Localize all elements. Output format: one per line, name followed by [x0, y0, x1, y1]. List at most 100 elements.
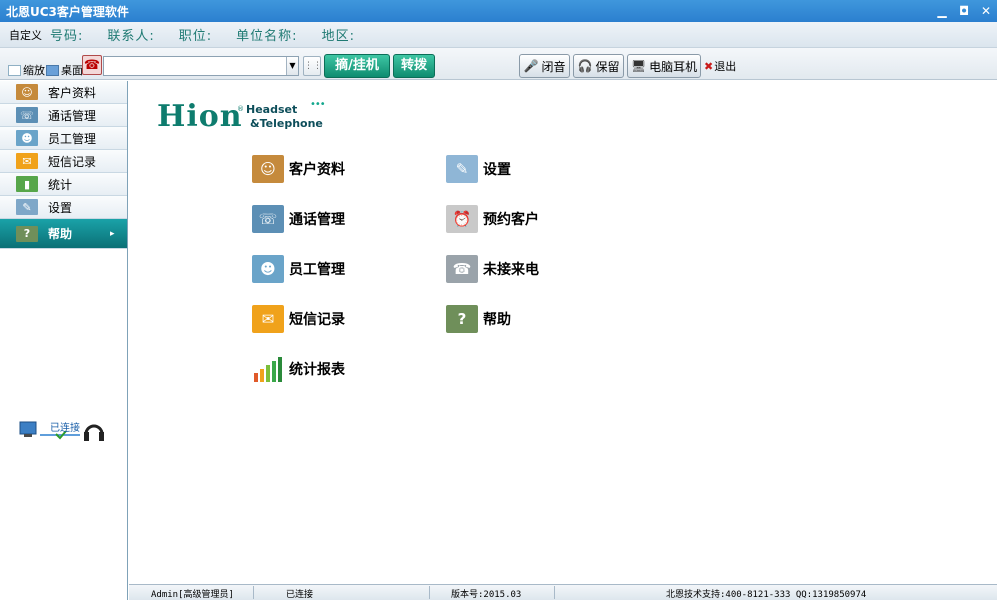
feature-calls[interactable]: ☏ 通话管理	[252, 205, 345, 233]
sidebar-item-stats[interactable]: ▮ 统计	[0, 173, 127, 196]
feature-label: 客户资料	[289, 162, 345, 178]
contact-field-label: 联系人:	[107, 29, 155, 44]
exit-button[interactable]: ✖ 退出	[704, 58, 736, 74]
sidebar-item-customers[interactable]: ☺ 客户资料	[0, 81, 127, 104]
call-icon: ☏	[16, 107, 38, 123]
feature-customers[interactable]: ☺ 客户资料	[252, 155, 345, 183]
customer-icon: ☺	[252, 155, 284, 183]
close-icon: ✖	[704, 59, 714, 73]
sms-icon: ✉	[252, 305, 284, 333]
caller-info-bar: 自定义 号码: 联系人: 职位: 单位名称: 地区:	[0, 22, 997, 48]
feature-label: 设置	[483, 162, 511, 178]
maximize-button[interactable]: ◘	[953, 2, 975, 20]
status-support: 北恩技术支持:400-8121-333 QQ:1319850974	[666, 590, 867, 600]
microphone-icon: 🎤	[523, 59, 539, 73]
feature-label: 统计报表	[289, 362, 345, 378]
sidebar-item-label: 客户资料	[48, 85, 97, 100]
sidebar-item-label: 通话管理	[48, 108, 97, 123]
missed-call-icon: ☎	[446, 255, 478, 283]
mute-button[interactable]: 🎤 闭音	[519, 54, 570, 78]
number-field-label: 号码:	[50, 29, 84, 44]
call-icon: ☏	[252, 205, 284, 233]
mute-label: 闭音	[541, 59, 566, 74]
connection-status: 已连接	[50, 423, 80, 434]
feature-label: 通话管理	[289, 212, 345, 228]
help-icon: ?	[446, 305, 478, 333]
sidebar-item-help[interactable]: ? 帮助 ▸	[0, 219, 127, 249]
phone-icon: ☎	[82, 55, 102, 75]
dialpad-icon[interactable]: ⋮⋮	[303, 56, 322, 76]
sidebar-item-calls[interactable]: ☏ 通话管理	[0, 104, 127, 127]
computer-icon	[19, 421, 37, 435]
custom-link[interactable]: 自定义	[0, 27, 50, 43]
logo-line2: &Telephone	[250, 117, 323, 130]
feature-label: 帮助	[483, 312, 511, 328]
registered-mark: ®	[237, 105, 244, 113]
hion-logo: Hion ® Headset &Telephone •••	[157, 99, 327, 135]
feature-appointments[interactable]: ⏰ 预约客户	[446, 205, 539, 233]
feature-settings[interactable]: ✎ 设置	[446, 155, 511, 183]
number-input[interactable]	[103, 56, 299, 76]
status-user: Admin[高级管理员]	[151, 590, 234, 600]
chevron-right-icon: ▸	[110, 228, 115, 239]
hold-label: 保留	[595, 59, 620, 74]
feature-sms[interactable]: ✉ 短信记录	[252, 305, 345, 333]
phone-toolbar: 缩放 桌面 ☎ ▼ ⋮⋮ 摘/挂机 转拨 🎤 闭音 🎧 保留 🖥 电脑耳机	[0, 48, 997, 80]
logo-dots-icon: •••	[310, 99, 326, 110]
window-title: 北恩UC3客户管理软件	[6, 4, 129, 19]
sidebar: ☺ 客户资料 ☏ 通话管理 ☻ 员工管理 ✉ 短信记录 ▮ 统计 ✎ 设置 ? …	[0, 81, 128, 600]
feature-missed-calls[interactable]: ☎ 未接来电	[446, 255, 539, 283]
minimize-button[interactable]: ▁	[931, 2, 953, 20]
zoom-toggle[interactable]: 缩放	[8, 62, 45, 78]
zoom-icon	[8, 64, 21, 76]
logo-brand: Hion	[157, 99, 243, 134]
logo-line1: Headset	[246, 103, 298, 116]
exit-label: 退出	[714, 60, 737, 73]
sidebar-item-sms[interactable]: ✉ 短信记录	[0, 150, 127, 173]
feature-stats[interactable]: 统计报表	[252, 355, 345, 383]
sms-icon: ✉	[16, 153, 38, 169]
headphone-icon: 🎧	[577, 59, 593, 73]
desktop-label: 桌面	[61, 64, 83, 77]
pc-headset-button[interactable]: 🖥 电脑耳机	[627, 54, 701, 78]
chevron-down-icon[interactable]: ▼	[286, 57, 298, 75]
alarm-clock-icon: ⏰	[446, 205, 478, 233]
sidebar-item-staff[interactable]: ☻ 员工管理	[0, 127, 127, 150]
transfer-button[interactable]: 转拨	[393, 54, 435, 78]
pc-headset-label: 电脑耳机	[649, 59, 698, 74]
staff-icon: ☻	[252, 255, 284, 283]
stats-icon	[252, 355, 284, 383]
feature-staff[interactable]: ☻ 员工管理	[252, 255, 345, 283]
feature-label: 预约客户	[483, 212, 539, 228]
feature-label: 短信记录	[289, 312, 345, 328]
zoom-label: 缩放	[23, 64, 45, 77]
feature-help[interactable]: ? 帮助	[446, 305, 511, 333]
sidebar-item-label: 统计	[48, 177, 73, 192]
sidebar-item-label: 短信记录	[48, 154, 97, 169]
stats-icon: ▮	[16, 176, 38, 192]
settings-icon: ✎	[16, 199, 38, 215]
main-panel: Hion ® Headset &Telephone ••• ☺ 客户资料 ✎ 设…	[129, 81, 997, 584]
settings-icon: ✎	[446, 155, 478, 183]
sidebar-item-label: 设置	[48, 200, 73, 215]
region-field-label: 地区:	[321, 29, 355, 44]
sidebar-item-label: 帮助	[48, 227, 73, 241]
sidebar-item-settings[interactable]: ✎ 设置	[0, 196, 127, 219]
pickup-hangup-button[interactable]: 摘/挂机	[324, 54, 390, 78]
title-bar: 北恩UC3客户管理软件 ▁ ◘ ✕	[0, 0, 997, 22]
position-field-label: 职位:	[178, 29, 213, 44]
status-connection: 已连接	[286, 590, 314, 600]
feature-label: 未接来电	[483, 262, 539, 278]
desktop-toggle[interactable]: 桌面	[46, 62, 83, 78]
close-button[interactable]: ✕	[975, 2, 997, 20]
status-version: 版本号:2015.03	[451, 590, 522, 600]
hold-button[interactable]: 🎧 保留	[573, 54, 624, 78]
status-bar: Admin[高级管理员] 已连接 版本号:2015.03 北恩技术支持:400-…	[129, 584, 997, 600]
desktop-icon	[46, 64, 59, 76]
sidebar-item-label: 员工管理	[48, 131, 97, 146]
phone-icon-wrap: ☎	[82, 55, 102, 75]
staff-icon: ☻	[16, 130, 38, 146]
computer-icon: 🖥	[630, 59, 647, 73]
help-icon: ?	[16, 225, 38, 242]
company-field-label: 单位名称:	[236, 29, 298, 44]
